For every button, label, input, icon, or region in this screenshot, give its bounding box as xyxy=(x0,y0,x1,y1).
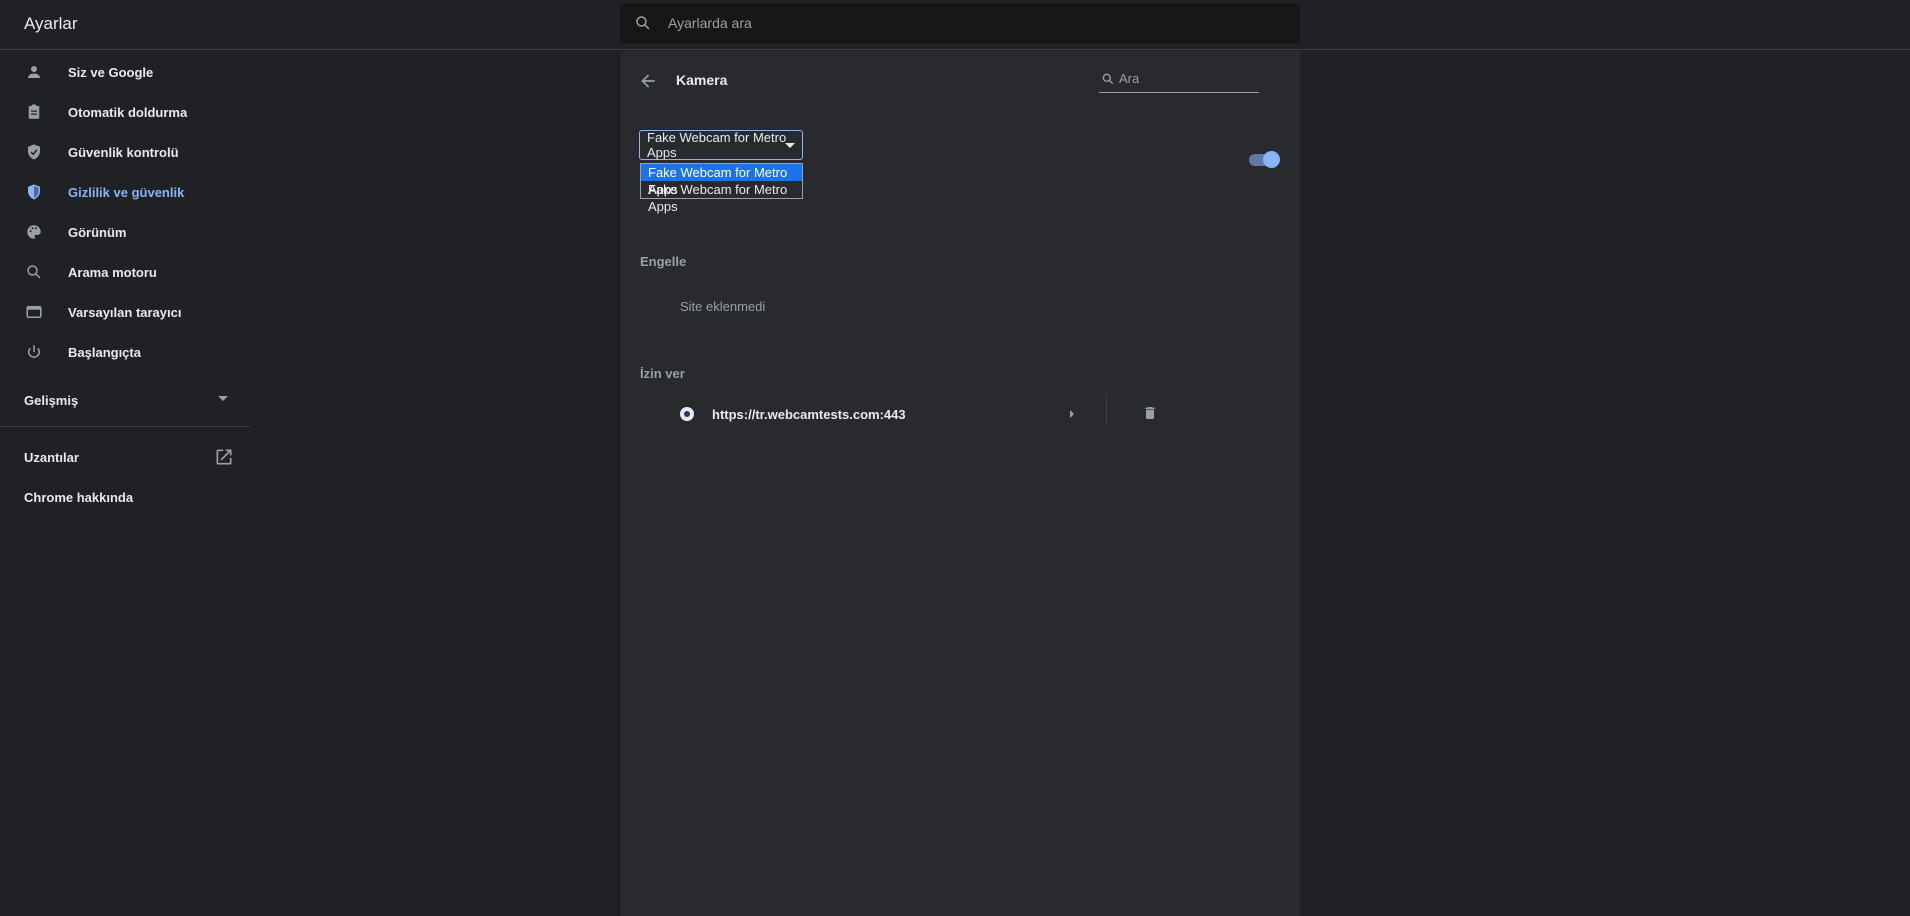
row-separator xyxy=(1106,395,1107,427)
sidebar-item-about-chrome[interactable]: Chrome hakkında xyxy=(0,477,250,517)
camera-option[interactable]: Fake Webcam for Metro Apps xyxy=(641,164,802,197)
camera-device-select[interactable]: Fake Webcam for Metro Apps xyxy=(639,130,803,160)
page-title: Kamera xyxy=(676,72,728,88)
sidebar-item-on-startup[interactable]: Başlangıçta xyxy=(0,332,250,372)
sidebar-item-privacy-security[interactable]: Gizlilik ve güvenlik xyxy=(0,172,250,212)
palette-icon xyxy=(24,222,44,242)
trash-icon[interactable] xyxy=(1142,404,1158,422)
extensions-label: Uzantılar xyxy=(24,449,79,465)
sidebar-item-label: Otomatik doldurma xyxy=(68,104,188,120)
sidebar-item-label: Arama motoru xyxy=(68,264,157,280)
chevron-right-icon[interactable] xyxy=(1070,410,1074,418)
shield-half-icon xyxy=(24,182,44,202)
site-url: https://tr.webcamtests.com:443 xyxy=(712,407,906,422)
sidebar-item-safety-check[interactable]: Güvenlik kontrolü xyxy=(0,132,250,172)
search-icon xyxy=(1102,73,1114,85)
sidebar-item-extensions[interactable]: Uzantılar xyxy=(0,437,250,477)
sidebar-item-you-and-google[interactable]: Siz ve Google xyxy=(0,52,250,92)
sidebar-item-default-browser[interactable]: Varsayılan tarayıcı xyxy=(0,292,250,332)
camera-select-dropdown: Fake Webcam for Metro Apps Fake Webcam f… xyxy=(640,163,803,214)
block-section-title: Engelle xyxy=(640,254,687,269)
sidebar-advanced-toggle[interactable]: Gelişmiş xyxy=(0,380,250,420)
block-empty-text: Site eklenmedi xyxy=(680,299,766,314)
camera-search-box[interactable] xyxy=(1099,68,1259,93)
camera-search-input[interactable] xyxy=(1117,70,1259,87)
advanced-label: Gelişmiş xyxy=(24,392,79,408)
sidebar-item-label: Başlangıçta xyxy=(68,344,141,360)
sidebar-item-label: Siz ve Google xyxy=(68,64,154,80)
caret-down-icon xyxy=(785,143,795,148)
sidebar-item-search-engine[interactable]: Arama motoru xyxy=(0,252,250,292)
sidebar-item-label: Görünüm xyxy=(68,224,127,240)
sidebar-item-autofill[interactable]: Otomatik doldurma xyxy=(0,92,250,132)
sidebar-divider xyxy=(0,426,250,427)
search-icon xyxy=(24,262,44,282)
top-bar: Ayarlar xyxy=(0,0,1910,50)
settings-search-input[interactable] xyxy=(666,14,1270,32)
back-arrow-icon[interactable] xyxy=(638,71,658,91)
person-icon xyxy=(24,62,44,82)
about-chrome-label: Chrome hakkında xyxy=(24,489,134,505)
shield-check-icon xyxy=(24,142,44,162)
clipboard-icon xyxy=(24,102,44,122)
allow-section-title: İzin ver xyxy=(640,366,685,381)
sidebar-item-appearance[interactable]: Görünüm xyxy=(0,212,250,252)
camera-option[interactable]: Fake Webcam for Metro Apps xyxy=(641,181,802,214)
site-favicon-icon xyxy=(680,407,694,421)
sidebar: Siz ve Google Otomatik doldurma Güvenlik… xyxy=(0,52,250,517)
open-in-new-icon xyxy=(216,449,232,465)
ask-before-access-toggle[interactable] xyxy=(1249,151,1280,168)
camera-settings-panel: Kamera Fake Webcam for Metro Apps Fake W… xyxy=(621,51,1300,916)
allowed-site-row[interactable]: https://tr.webcamtests.com:443 xyxy=(621,395,1300,435)
search-icon xyxy=(636,16,650,30)
settings-search-box[interactable] xyxy=(620,3,1300,43)
app-title: Ayarlar xyxy=(24,14,78,33)
sidebar-item-label: Güvenlik kontrolü xyxy=(68,144,179,160)
sidebar-item-label: Varsayılan tarayıcı xyxy=(68,304,182,320)
power-icon xyxy=(24,342,44,362)
camera-select-value: Fake Webcam for Metro Apps xyxy=(647,130,787,160)
chevron-down-icon xyxy=(218,396,228,401)
toggle-knob xyxy=(1263,151,1280,168)
browser-icon xyxy=(24,302,44,322)
sidebar-item-label: Gizlilik ve güvenlik xyxy=(68,184,185,200)
